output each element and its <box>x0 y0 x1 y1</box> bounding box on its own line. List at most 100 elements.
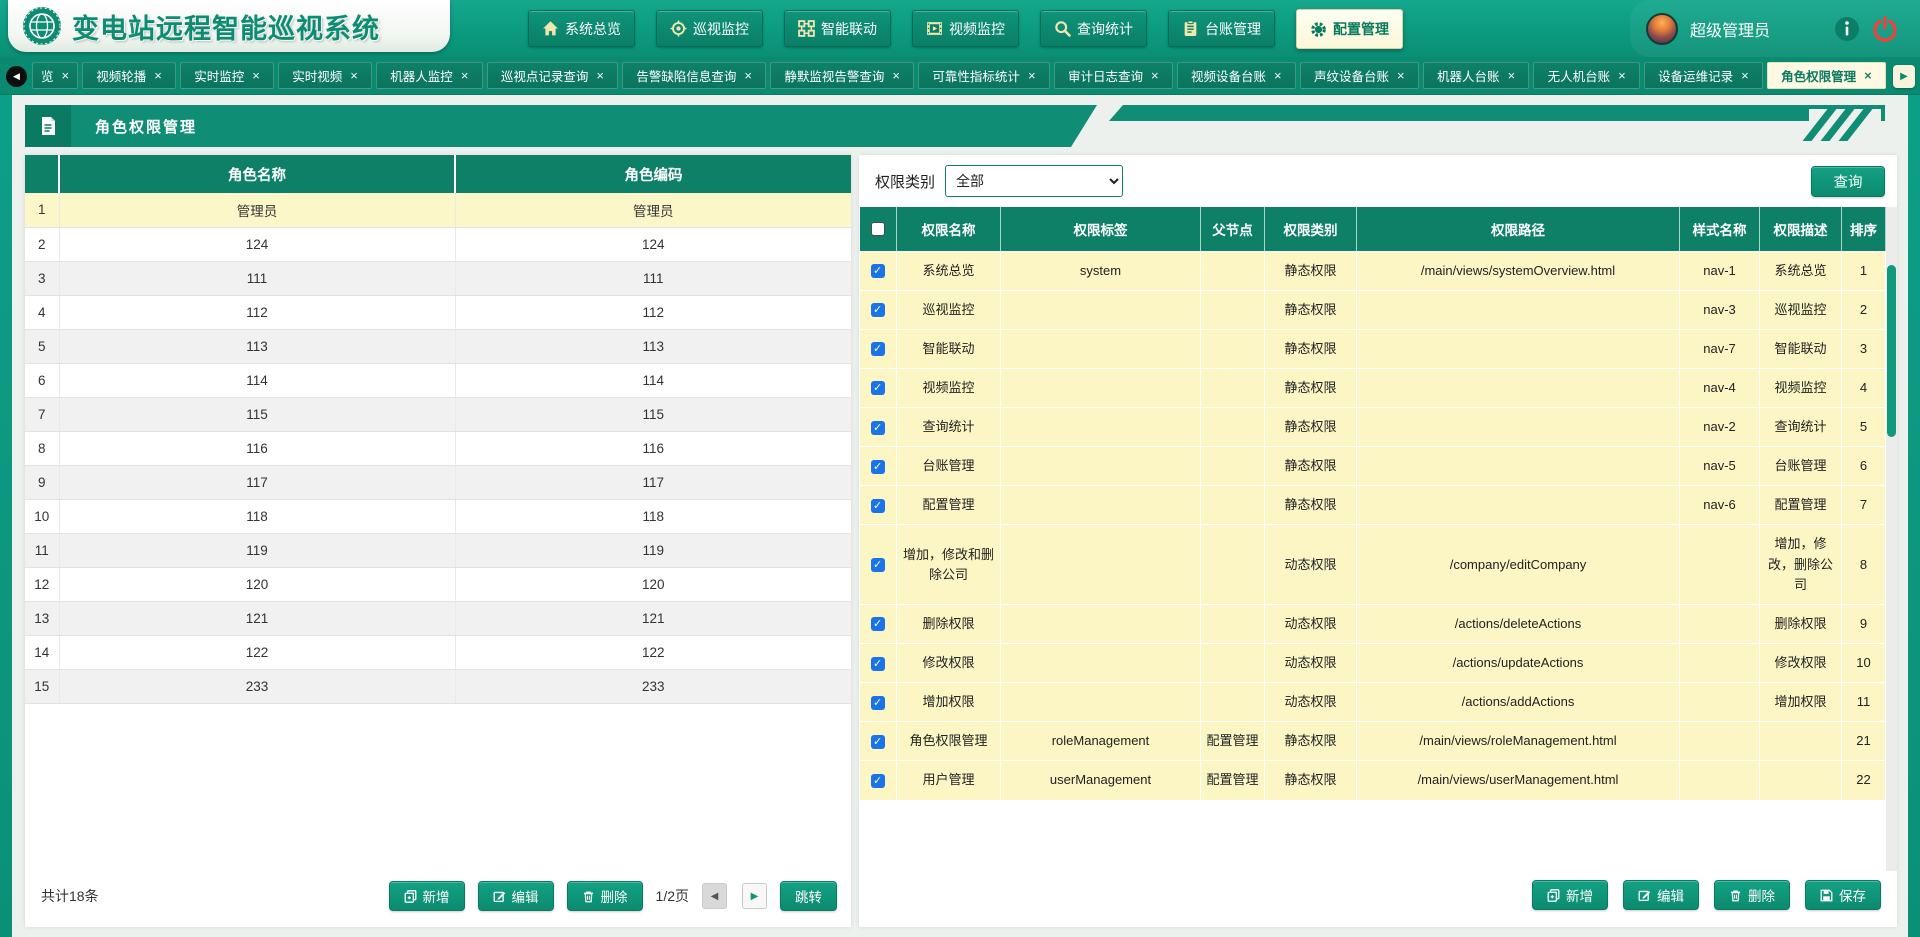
role-row[interactable]: 1管理员管理员 <box>25 193 851 227</box>
tab-item[interactable]: 声纹设备台账× <box>1300 62 1419 89</box>
tab-close-icon[interactable]: × <box>744 69 752 82</box>
home-icon <box>542 20 559 37</box>
tab-item[interactable]: 设备运维记录× <box>1644 62 1763 89</box>
permissions-filter-row: 权限类别 全部 查询 <box>859 155 1897 207</box>
role-row[interactable]: 5113113 <box>25 329 851 363</box>
role-row[interactable]: 6114114 <box>25 363 851 397</box>
tab-close-icon[interactable]: × <box>461 69 469 82</box>
prev-page-icon[interactable]: ◀ <box>702 883 727 909</box>
row-checkbox[interactable] <box>871 342 885 356</box>
app-title: 变电站远程智能巡视系统 <box>72 7 380 46</box>
tab-close-icon[interactable]: × <box>892 69 900 82</box>
tab-close-icon[interactable]: × <box>1864 69 1872 82</box>
role-row[interactable]: 13121121 <box>25 601 851 635</box>
row-checkbox[interactable] <box>871 774 885 788</box>
role-code-cell: 112 <box>455 295 851 329</box>
info-icon[interactable] <box>1834 16 1860 42</box>
row-checkbox[interactable] <box>871 657 885 671</box>
role-index-cell: 11 <box>25 533 59 567</box>
tab-close-icon[interactable]: × <box>1741 69 1749 82</box>
tab-item[interactable]: 机器人监控× <box>376 62 483 89</box>
tab-close-icon[interactable]: × <box>1618 69 1626 82</box>
tab-item[interactable]: 视频轮播× <box>82 62 176 89</box>
nav-link-grid-button[interactable]: 智能联动 <box>784 10 891 47</box>
role-name-cell: 116 <box>59 431 455 465</box>
nav-video-button[interactable]: 视频监控 <box>912 10 1019 47</box>
jump-page-button[interactable]: 跳转 <box>780 881 837 911</box>
row-checkbox[interactable] <box>871 696 885 710</box>
row-checkbox[interactable] <box>871 735 885 749</box>
tab-close-icon[interactable]: × <box>252 69 260 82</box>
role-row[interactable]: 11119119 <box>25 533 851 567</box>
role-delete-button[interactable]: 删除 <box>567 881 643 911</box>
next-page-icon[interactable]: ▶ <box>742 883 767 909</box>
role-row[interactable]: 14122122 <box>25 635 851 669</box>
row-checkbox[interactable] <box>871 558 885 572</box>
row-checkbox[interactable] <box>871 421 885 435</box>
row-checkbox[interactable] <box>871 381 885 395</box>
tab-label: 静默监视告警查询 <box>784 66 884 85</box>
role-row[interactable]: 12120120 <box>25 567 851 601</box>
role-row[interactable]: 7115115 <box>25 397 851 431</box>
select-all-checkbox[interactable] <box>871 222 885 236</box>
role-code-cell: 113 <box>455 329 851 363</box>
perm-edit-button[interactable]: 编辑 <box>1623 880 1699 910</box>
role-row[interactable]: 8116116 <box>25 431 851 465</box>
role-row[interactable]: 10118118 <box>25 499 851 533</box>
tab-item[interactable]: 审计日志查询× <box>1054 62 1173 89</box>
scrollbar-thumb[interactable] <box>1887 265 1896 437</box>
row-checkbox[interactable] <box>871 264 885 278</box>
avatar[interactable] <box>1646 13 1678 45</box>
perm-type-cell: 动态权限 <box>1265 683 1357 722</box>
nav-home-button[interactable]: 系统总览 <box>528 10 635 47</box>
tab-item[interactable]: 览× <box>32 62 78 89</box>
role-edit-button[interactable]: 编辑 <box>478 881 554 911</box>
tab-item[interactable]: 无人机台账× <box>1533 62 1640 89</box>
nav-clipboard-button[interactable]: 台账管理 <box>1168 10 1275 47</box>
search-button[interactable]: 查询 <box>1811 166 1885 197</box>
tab-close-icon[interactable]: × <box>1151 69 1159 82</box>
tab-scroll-left-icon[interactable]: ◀ <box>6 66 27 87</box>
nav-eye-button[interactable]: 巡视监控 <box>656 10 763 47</box>
role-row[interactable]: 4112112 <box>25 295 851 329</box>
perm-path-cell <box>1357 486 1680 525</box>
tab-item[interactable]: 机器人台账× <box>1423 62 1530 89</box>
perm-delete-button[interactable]: 删除 <box>1714 880 1790 910</box>
tab-item[interactable]: 可靠性指标统计× <box>918 62 1050 89</box>
tab-item[interactable]: 视频设备台账× <box>1177 62 1296 89</box>
role-row[interactable]: 2124124 <box>25 227 851 261</box>
tab-close-icon[interactable]: × <box>596 69 604 82</box>
tab-close-icon[interactable]: × <box>154 69 162 82</box>
row-checkbox[interactable] <box>871 617 885 631</box>
role-row[interactable]: 3111111 <box>25 261 851 295</box>
video-icon <box>926 20 943 37</box>
role-row[interactable]: 15233233 <box>25 669 851 703</box>
tab-item[interactable]: 实时视频× <box>278 62 372 89</box>
permission-type-select[interactable]: 全部 <box>945 165 1123 197</box>
tab-close-icon[interactable]: × <box>1274 69 1282 82</box>
role-row[interactable]: 9117117 <box>25 465 851 499</box>
tab-item[interactable]: 巡视点记录查询× <box>487 62 619 89</box>
tab-item[interactable]: 实时监控× <box>180 62 274 89</box>
row-checkbox[interactable] <box>871 460 885 474</box>
perm-desc-cell: 增加权限 <box>1760 683 1842 722</box>
logout-power-icon[interactable] <box>1872 16 1898 42</box>
tab-item[interactable]: 告警缺陷信息查询× <box>622 62 766 89</box>
tab-close-icon[interactable]: × <box>1397 69 1405 82</box>
tab-scroll-right-icon[interactable]: ▶ <box>1893 65 1915 88</box>
roles-index-header <box>25 155 59 193</box>
role-add-button[interactable]: 新增 <box>389 881 465 911</box>
nav-search-button[interactable]: 查询统计 <box>1040 10 1147 47</box>
row-checkbox[interactable] <box>871 303 885 317</box>
tab-close-icon[interactable]: × <box>1028 69 1036 82</box>
tab-item[interactable]: 静默监视告警查询 × <box>770 62 914 89</box>
perm-type-cell: 静态权限 <box>1265 290 1357 329</box>
perm-add-button[interactable]: 新增 <box>1532 880 1608 910</box>
tab-item[interactable]: 角色权限管理× <box>1767 62 1886 89</box>
tab-close-icon[interactable]: × <box>1508 69 1516 82</box>
row-checkbox[interactable] <box>871 499 885 513</box>
tab-close-icon[interactable]: × <box>350 69 358 82</box>
nav-gear-button[interactable]: 配置管理 <box>1296 9 1403 49</box>
tab-close-icon[interactable]: × <box>62 69 70 82</box>
perm-save-button[interactable]: 保存 <box>1805 880 1881 910</box>
